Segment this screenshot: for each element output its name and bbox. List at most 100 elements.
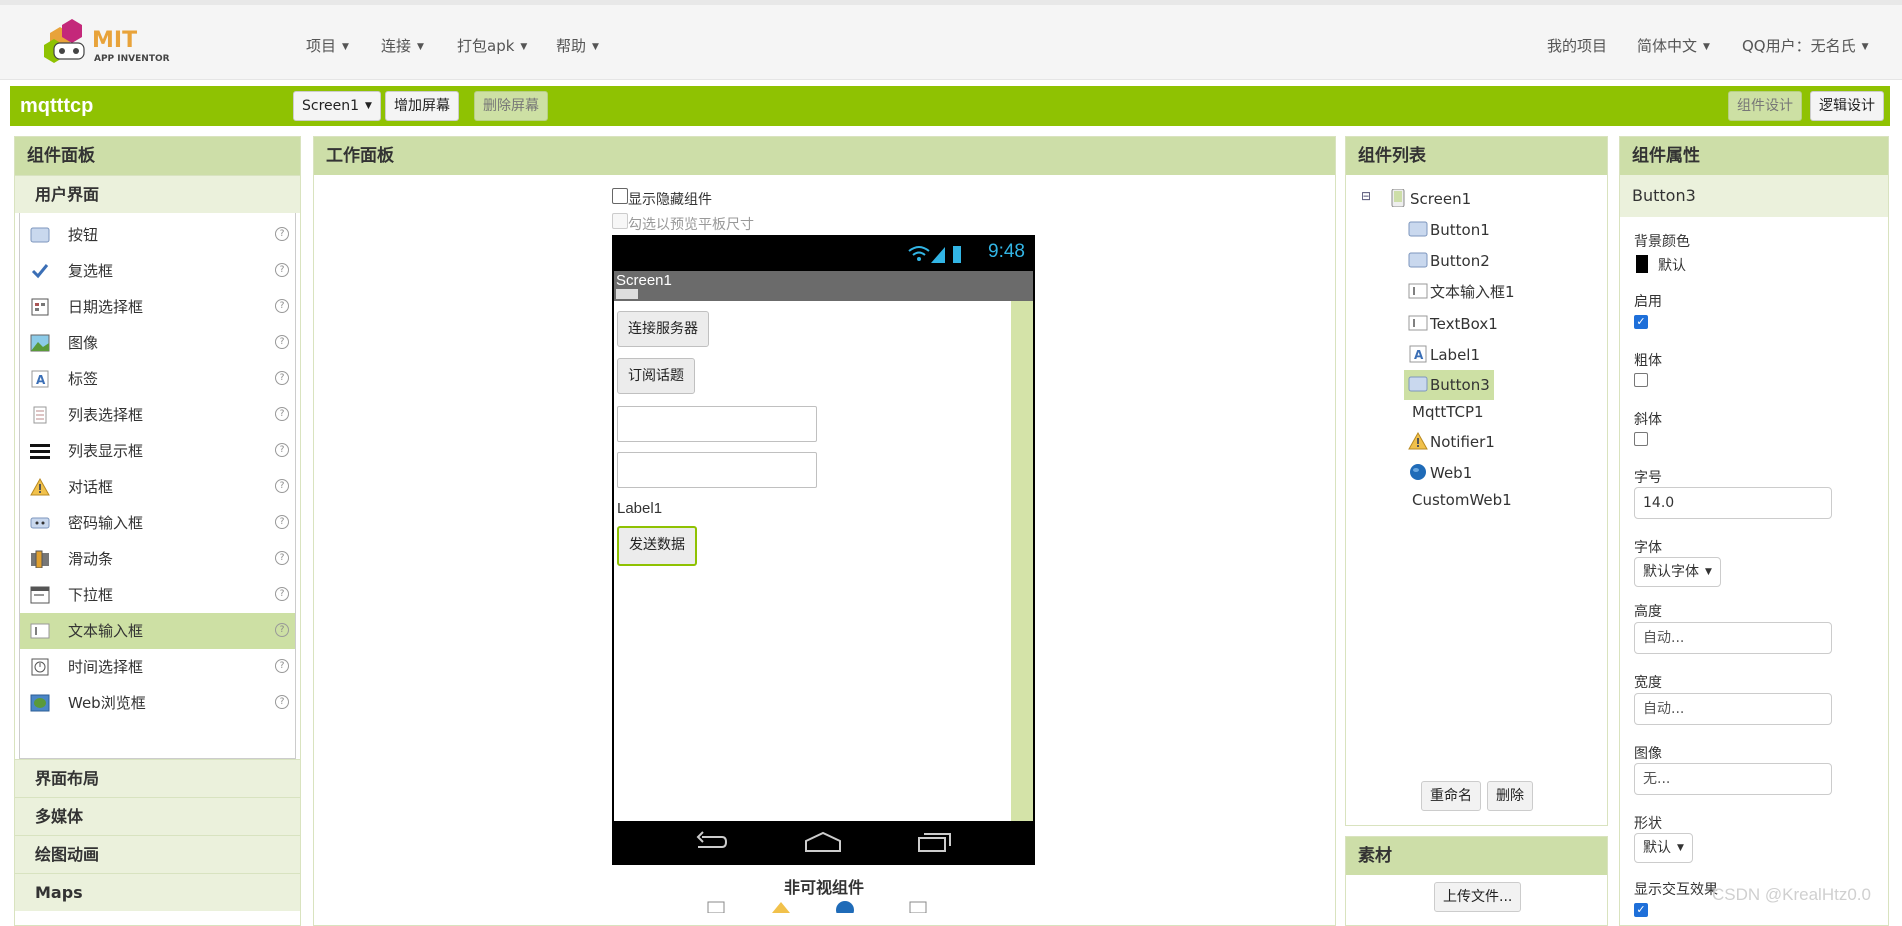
prop-feedback-checkbox[interactable]: ✓ xyxy=(1634,903,1648,917)
palette-section-user-interface[interactable]: 用户界面 xyxy=(15,175,300,213)
palette-section-maps[interactable]: Maps xyxy=(15,873,300,911)
button-icon xyxy=(30,227,50,243)
palette-item-image[interactable]: 图像? xyxy=(20,325,295,361)
palette-item-datepicker[interactable]: 日期选择框? xyxy=(20,289,295,325)
user-menu[interactable]: QQ用户：无名氏 ▼ xyxy=(1742,35,1869,56)
designer-button[interactable]: 组件设计 xyxy=(1728,91,1802,121)
prop-shape-select[interactable]: 默认 ▼ xyxy=(1634,833,1693,863)
tree-item-button1[interactable]: Button1 xyxy=(1408,219,1490,241)
prop-enabled-checkbox[interactable]: ✓ xyxy=(1634,315,1648,329)
help-icon[interactable]: ? xyxy=(275,263,289,277)
caret-down-icon: ▼ xyxy=(342,41,349,52)
prop-italic-checkbox[interactable] xyxy=(1634,432,1648,446)
prop-font-select[interactable]: 默认字体 ▼ xyxy=(1634,557,1721,587)
remove-screen-button[interactable]: 删除屏幕 xyxy=(474,91,548,121)
blocks-button[interactable]: 逻辑设计 xyxy=(1810,91,1884,121)
add-screen-button[interactable]: 增加屏幕 xyxy=(385,91,459,121)
prop-width-input[interactable]: 自动... xyxy=(1634,693,1832,725)
palette-item-slider[interactable]: 滑动条? xyxy=(20,541,295,577)
screen-scrollbar[interactable] xyxy=(1011,301,1033,821)
language-menu[interactable]: 简体中文 ▼ xyxy=(1637,35,1710,56)
help-icon[interactable]: ? xyxy=(275,659,289,673)
palette-item-textbox[interactable]: 文本输入框? xyxy=(20,613,295,649)
help-icon[interactable]: ? xyxy=(275,371,289,385)
menu-project[interactable]: 项目 ▼ xyxy=(306,35,349,56)
help-icon[interactable]: ? xyxy=(275,587,289,601)
prop-fontsize-input[interactable]: 14.0 xyxy=(1634,487,1832,519)
home-icon xyxy=(805,831,841,852)
palette-item-listview[interactable]: 列表显示框? xyxy=(20,433,295,469)
screen-select-value: Screen1 xyxy=(302,98,360,114)
tree-item-textbox-cn[interactable]: 文本输入框1 xyxy=(1408,281,1515,303)
menu-connect[interactable]: 连接 ▼ xyxy=(381,35,424,56)
help-icon[interactable]: ? xyxy=(275,479,289,493)
tree-item-notifier1[interactable]: Notifier1 xyxy=(1408,431,1495,453)
help-icon[interactable]: ? xyxy=(275,695,289,709)
menu-help[interactable]: 帮助 ▼ xyxy=(556,35,599,56)
app-inventor-logo[interactable]: MIT APP INVENTOR xyxy=(40,17,200,69)
preview-button3[interactable]: 发送数据 xyxy=(617,526,697,566)
tree-item-customweb1[interactable]: CustomWeb1 xyxy=(1412,489,1512,511)
label-icon: A xyxy=(31,370,49,388)
help-icon[interactable]: ? xyxy=(275,515,289,529)
delete-component-button[interactable]: 删除 xyxy=(1487,781,1533,811)
preview-textbox2[interactable] xyxy=(617,452,817,488)
caret-down-icon: ▼ xyxy=(417,41,424,52)
upload-file-button[interactable]: 上传文件... xyxy=(1434,882,1522,912)
tree-item-label: Screen1 xyxy=(1410,190,1472,208)
tree-item-label1[interactable]: A Label1 xyxy=(1408,344,1480,366)
tree-item-screen1[interactable]: Screen1 xyxy=(1388,188,1471,210)
prop-bg-value[interactable]: 默认 xyxy=(1658,255,1686,275)
webviewer-icon xyxy=(30,694,50,712)
palette-item-listpicker[interactable]: 列表选择框? xyxy=(20,397,295,433)
menu-build-label: 打包apk xyxy=(457,37,515,55)
screen-select[interactable]: Screen1 ▼ xyxy=(293,91,381,121)
collapse-icon[interactable]: ⊟ xyxy=(1361,189,1371,203)
csdn-watermark: CSDN @KrealHtz0.0 xyxy=(1712,885,1871,904)
palette-item-label: 列表显示框 xyxy=(68,442,144,460)
tree-item-button3[interactable]: Button3 xyxy=(1404,370,1494,400)
preview-button1[interactable]: 连接服务器 xyxy=(617,311,709,347)
rename-component-button[interactable]: 重命名 xyxy=(1421,781,1481,811)
show-hidden-checkbox[interactable] xyxy=(612,188,628,204)
tablet-preview-checkbox[interactable] xyxy=(612,213,628,229)
help-icon[interactable]: ? xyxy=(275,551,289,565)
help-icon[interactable]: ? xyxy=(275,623,289,637)
prop-height-input[interactable]: 自动... xyxy=(1634,622,1832,654)
palette-item-checkbox[interactable]: 复选框? xyxy=(20,253,295,289)
palette-item-spinner[interactable]: 下拉框? xyxy=(20,577,295,613)
bg-color-swatch[interactable] xyxy=(1636,255,1648,273)
palette-item-button[interactable]: 按钮? xyxy=(20,217,295,253)
selected-component-name: Button3 xyxy=(1620,175,1888,217)
prop-bold-checkbox[interactable] xyxy=(1634,373,1648,387)
palette-item-passwordtextbox[interactable]: 密码输入框? xyxy=(20,505,295,541)
help-icon[interactable]: ? xyxy=(275,443,289,457)
palette-item-webviewer[interactable]: Web浏览框? xyxy=(20,685,295,721)
preview-textbox1[interactable] xyxy=(617,406,817,442)
button-icon xyxy=(1408,252,1428,268)
help-icon[interactable]: ? xyxy=(275,299,289,313)
help-icon[interactable]: ? xyxy=(275,407,289,421)
palette-item-label: 时间选择框 xyxy=(68,658,144,676)
palette-section-media[interactable]: 多媒体 xyxy=(15,797,300,835)
prop-image-input[interactable]: 无... xyxy=(1634,763,1832,795)
tree-item-button2[interactable]: Button2 xyxy=(1408,250,1490,272)
palette-section-drawing[interactable]: 绘图动画 xyxy=(15,835,300,873)
help-icon[interactable]: ? xyxy=(275,227,289,241)
preview-button2[interactable]: 订阅话题 xyxy=(617,358,695,394)
help-icon[interactable]: ? xyxy=(275,335,289,349)
tree-item-label: Notifier1 xyxy=(1430,433,1495,451)
notifier-icon xyxy=(30,478,50,496)
menu-build[interactable]: 打包apk ▼ xyxy=(457,35,527,56)
palette-item-timepicker[interactable]: 时间选择框? xyxy=(20,649,295,685)
listpicker-icon xyxy=(33,406,47,424)
my-projects-link[interactable]: 我的项目 xyxy=(1547,35,1607,56)
tree-item-label: TextBox1 xyxy=(1430,315,1498,333)
tree-item-web1[interactable]: Web1 xyxy=(1408,462,1472,484)
tree-item-textbox1[interactable]: TextBox1 xyxy=(1408,313,1498,335)
palette-item-label[interactable]: A 标签? xyxy=(20,361,295,397)
palette-item-notifier[interactable]: 对话框? xyxy=(20,469,295,505)
preview-label1[interactable]: Label1 xyxy=(617,500,662,517)
tree-item-mqtttcp1[interactable]: MqttTCP1 xyxy=(1412,401,1484,423)
palette-section-layout[interactable]: 界面布局 xyxy=(15,759,300,797)
